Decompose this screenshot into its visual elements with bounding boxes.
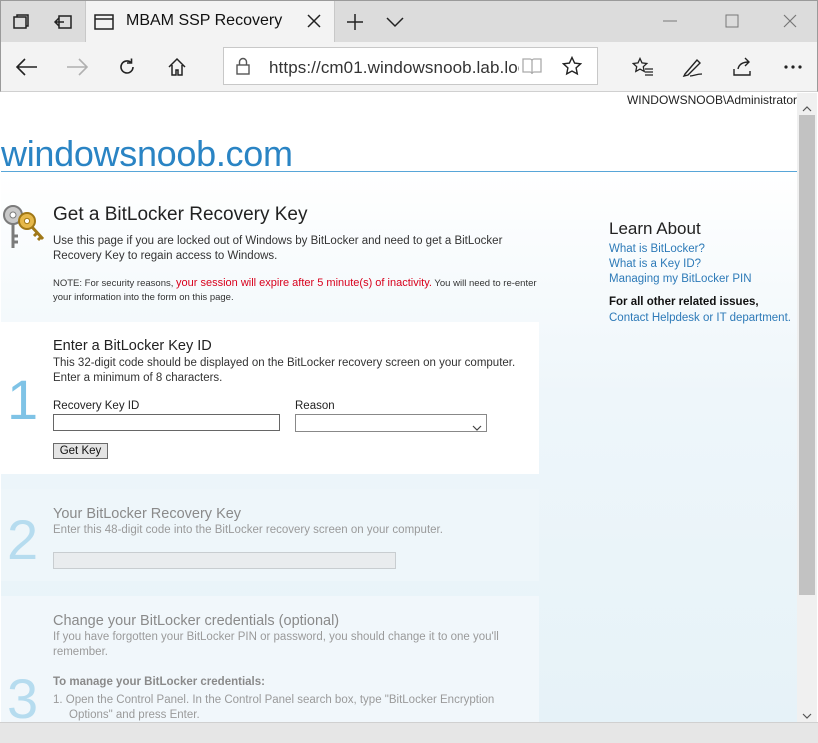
tab-mbam-ssp-recovery[interactable]: MBAM SSP Recovery bbox=[85, 1, 335, 43]
learn-about-sidebar: Learn About What is BitLocker? What is a… bbox=[609, 219, 794, 326]
step-description: Enter this 48-digit code into the BitLoc… bbox=[53, 524, 443, 536]
key-icon bbox=[1, 203, 45, 253]
forward-icon[interactable] bbox=[63, 54, 91, 80]
url-text[interactable]: https://cm01.windowsnoob.lab.local bbox=[269, 58, 519, 78]
more-icon[interactable] bbox=[779, 54, 807, 80]
reason-select[interactable] bbox=[295, 414, 487, 432]
set-aside-tabs-icon[interactable] bbox=[51, 10, 75, 34]
site-title[interactable]: windowsnoob.com bbox=[1, 133, 293, 175]
new-tab-icon[interactable] bbox=[343, 10, 367, 34]
recovery-key-id-label: Recovery Key ID bbox=[53, 400, 140, 412]
close-window-button[interactable] bbox=[775, 9, 805, 33]
link-contact-helpdesk[interactable]: Contact Helpdesk or IT department. bbox=[609, 311, 794, 326]
step-3-panel: 3 Change your BitLocker credentials (opt… bbox=[1, 596, 539, 722]
step-title: Change your BitLocker credentials (optio… bbox=[53, 613, 340, 629]
chevron-down-icon[interactable] bbox=[383, 10, 407, 34]
page-title: Get a BitLocker Recovery Key bbox=[53, 204, 308, 225]
security-note: NOTE: For security reasons, your session… bbox=[53, 276, 543, 305]
close-icon[interactable] bbox=[304, 11, 324, 31]
step-title: Your BitLocker Recovery Key bbox=[53, 506, 242, 522]
other-issues-title: For all other related issues, bbox=[609, 296, 759, 308]
navigation-bar: https://cm01.windowsnoob.lab.local bbox=[0, 42, 818, 92]
list-item: Options" and press Enter. bbox=[69, 709, 200, 721]
reason-label: Reason bbox=[295, 400, 335, 412]
reading-view-icon[interactable] bbox=[522, 57, 542, 80]
list-item: 1. Open the Control Panel. In the Contro… bbox=[53, 694, 495, 706]
tab-page-icon bbox=[92, 10, 116, 34]
link-what-is-bitlocker[interactable]: What is BitLocker? bbox=[609, 242, 794, 257]
chevron-down-icon[interactable] bbox=[472, 419, 482, 437]
page-viewport: WINDOWSNOOB\Administrator windowsnoob.co… bbox=[1, 93, 797, 722]
session-warning: your session will expire after 5 minute(… bbox=[176, 277, 432, 289]
vertical-scrollbar[interactable] bbox=[797, 93, 817, 722]
favorites-hub-icon[interactable] bbox=[629, 54, 657, 80]
link-what-is-key-id[interactable]: What is a Key ID? bbox=[609, 257, 794, 272]
minimize-button[interactable] bbox=[655, 9, 685, 33]
note-prefix: NOTE: For security reasons, bbox=[53, 278, 177, 289]
step-description: If you have forgotten your BitLocker PIN… bbox=[53, 631, 499, 658]
address-bar[interactable]: https://cm01.windowsnoob.lab.local bbox=[223, 47, 598, 85]
step-number: 2 bbox=[7, 508, 39, 571]
favorite-star-icon[interactable] bbox=[561, 55, 583, 81]
intro-text: Use this page if you are locked out of W… bbox=[53, 235, 503, 262]
step-number: 3 bbox=[7, 667, 39, 722]
signed-in-user: WINDOWSNOOB\Administrator bbox=[626, 93, 797, 107]
back-icon[interactable] bbox=[13, 54, 41, 80]
tab-title: MBAM SSP Recovery bbox=[126, 12, 283, 29]
share-icon[interactable] bbox=[729, 54, 757, 80]
lock-icon[interactable] bbox=[236, 57, 250, 80]
step-title: Enter a BitLocker Key ID bbox=[53, 338, 212, 354]
manage-credentials-title: To manage your BitLocker credentials: bbox=[53, 676, 265, 688]
step-description: This 32-digit code should be displayed o… bbox=[53, 357, 516, 384]
learn-about-title: Learn About bbox=[609, 219, 701, 238]
link-managing-pin[interactable]: Managing my BitLocker PIN bbox=[609, 272, 794, 287]
refresh-icon[interactable] bbox=[113, 54, 141, 80]
home-icon[interactable] bbox=[163, 54, 191, 80]
step-2-panel: 2 Your BitLocker Recovery Key Enter this… bbox=[1, 489, 539, 581]
header-divider bbox=[1, 171, 797, 172]
pen-icon[interactable] bbox=[679, 54, 707, 80]
step-number: 1 bbox=[7, 368, 39, 431]
recovery-key-output bbox=[53, 552, 396, 569]
get-key-button[interactable]: Get Key bbox=[53, 443, 108, 459]
window-bottom-edge bbox=[0, 722, 818, 743]
title-bar: MBAM SSP Recovery bbox=[0, 0, 818, 43]
recovery-key-id-input[interactable] bbox=[53, 414, 280, 431]
tab-actions-icon[interactable] bbox=[9, 10, 33, 34]
scroll-thumb[interactable] bbox=[799, 115, 815, 595]
maximize-button[interactable] bbox=[717, 9, 747, 33]
step-1-panel: 1 Enter a BitLocker Key ID This 32-digit… bbox=[1, 322, 539, 474]
